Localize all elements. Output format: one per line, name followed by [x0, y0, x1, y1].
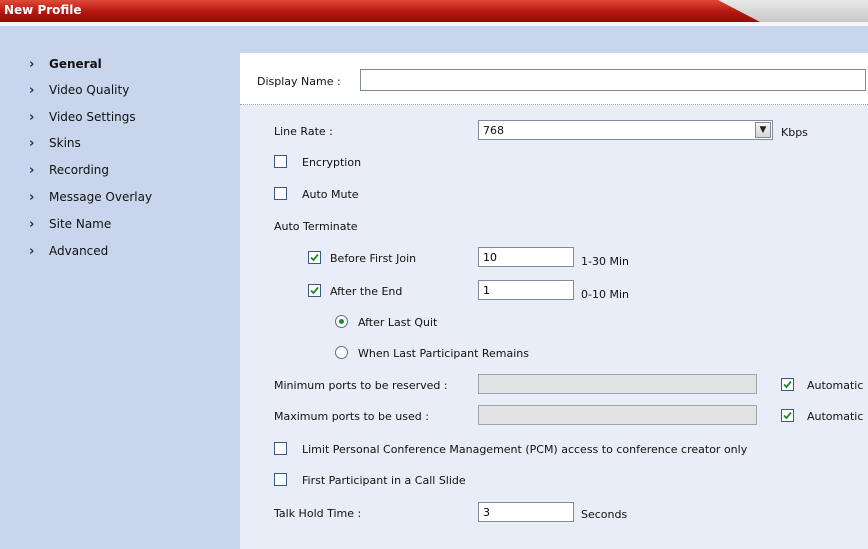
chevron-right-icon: › [29, 56, 35, 72]
checkmark-icon [310, 286, 319, 295]
when-last-participant-remains-radio[interactable] [335, 346, 348, 359]
checkmark-icon [310, 253, 319, 262]
auto-mute-label: Auto Mute [302, 188, 359, 201]
sidebar-item-video-settings[interactable]: › Video Settings [29, 108, 136, 126]
after-the-end-label: After the End [330, 285, 403, 298]
max-ports-label: Maximum ports to be used : [274, 410, 429, 423]
first-participant-slide-checkbox[interactable] [274, 473, 287, 486]
sidebar-item-label: Advanced [49, 244, 109, 258]
display-name-row: Display Name : [240, 53, 868, 105]
display-name-input[interactable] [360, 69, 866, 91]
talk-hold-time-input[interactable] [478, 502, 574, 522]
after-last-quit-radio[interactable] [335, 315, 348, 328]
encryption-label: Encryption [302, 156, 362, 169]
checkmark-icon [783, 380, 792, 389]
title-tab [0, 0, 760, 22]
auto-terminate-label: Auto Terminate [274, 220, 358, 233]
line-rate-select[interactable]: 768 ▼ [478, 120, 773, 140]
chevron-right-icon: › [29, 189, 35, 205]
max-ports-automatic-checkbox[interactable] [781, 409, 794, 422]
min-ports-automatic-checkbox[interactable] [781, 378, 794, 391]
display-name-label: Display Name : [257, 75, 341, 88]
max-ports-automatic-label: Automatic [807, 410, 864, 423]
chevron-right-icon: › [29, 109, 35, 125]
before-first-join-label: Before First Join [330, 252, 417, 265]
sidebar-item-message-overlay[interactable]: › Message Overlay [29, 188, 152, 206]
line-rate-unit: Kbps [781, 126, 808, 139]
sidebar-item-site-name[interactable]: › Site Name [29, 215, 111, 233]
after-the-end-input[interactable] [478, 280, 574, 300]
encryption-checkbox[interactable] [274, 155, 287, 168]
profile-form: Display Name : Line Rate : 768 ▼ Kbps En… [240, 53, 868, 549]
sidebar-item-advanced[interactable]: › Advanced [29, 242, 108, 260]
sidebar-item-label: Recording [49, 163, 110, 177]
chevron-right-icon: › [29, 82, 35, 98]
sidebar-item-skins[interactable]: › Skins [29, 134, 81, 152]
sidebar-item-label: Message Overlay [49, 190, 153, 204]
checkmark-icon [783, 411, 792, 420]
sidebar-item-label: Site Name [49, 217, 112, 231]
after-the-end-checkbox[interactable] [308, 284, 321, 297]
before-first-join-range: 1-30 Min [581, 255, 629, 268]
chevron-right-icon: › [29, 243, 35, 259]
sidebar-item-label: General [49, 57, 102, 71]
sidebar-item-label: Video Quality [49, 83, 130, 97]
sidebar-item-label: Skins [49, 136, 81, 150]
max-ports-input[interactable] [478, 405, 757, 425]
talk-hold-time-unit: Seconds [581, 508, 628, 521]
talk-hold-time-label: Talk Hold Time : [274, 507, 362, 520]
before-first-join-input[interactable] [478, 247, 574, 267]
sidebar-item-recording[interactable]: › Recording [29, 161, 109, 179]
before-first-join-checkbox[interactable] [308, 251, 321, 264]
line-rate-label: Line Rate : [274, 125, 333, 138]
after-last-quit-label: After Last Quit [358, 316, 438, 329]
min-ports-input[interactable] [478, 374, 757, 394]
sidebar-item-label: Video Settings [49, 110, 136, 124]
chevron-down-icon[interactable]: ▼ [755, 122, 771, 138]
sidebar-item-general[interactable]: › General [29, 55, 102, 73]
sidebar: › General › Video Quality › Video Settin… [8, 30, 240, 549]
chevron-right-icon: › [29, 162, 35, 178]
min-ports-automatic-label: Automatic [807, 379, 864, 392]
first-participant-slide-label: First Participant in a Call Slide [302, 474, 466, 487]
limit-pcm-checkbox[interactable] [274, 442, 287, 455]
title-bar: New Profile [0, 0, 868, 22]
window-title: New Profile [4, 3, 82, 17]
chevron-right-icon: › [29, 216, 35, 232]
min-ports-label: Minimum ports to be reserved : [274, 379, 448, 392]
chevron-right-icon: › [29, 135, 35, 151]
after-the-end-range: 0-10 Min [581, 288, 629, 301]
limit-pcm-label: Limit Personal Conference Management (PC… [302, 443, 748, 456]
line-rate-value: 768 [483, 124, 504, 137]
title-underline [0, 22, 868, 26]
auto-mute-checkbox[interactable] [274, 187, 287, 200]
when-last-participant-remains-label: When Last Participant Remains [358, 347, 530, 360]
sidebar-item-video-quality[interactable]: › Video Quality [29, 81, 129, 99]
